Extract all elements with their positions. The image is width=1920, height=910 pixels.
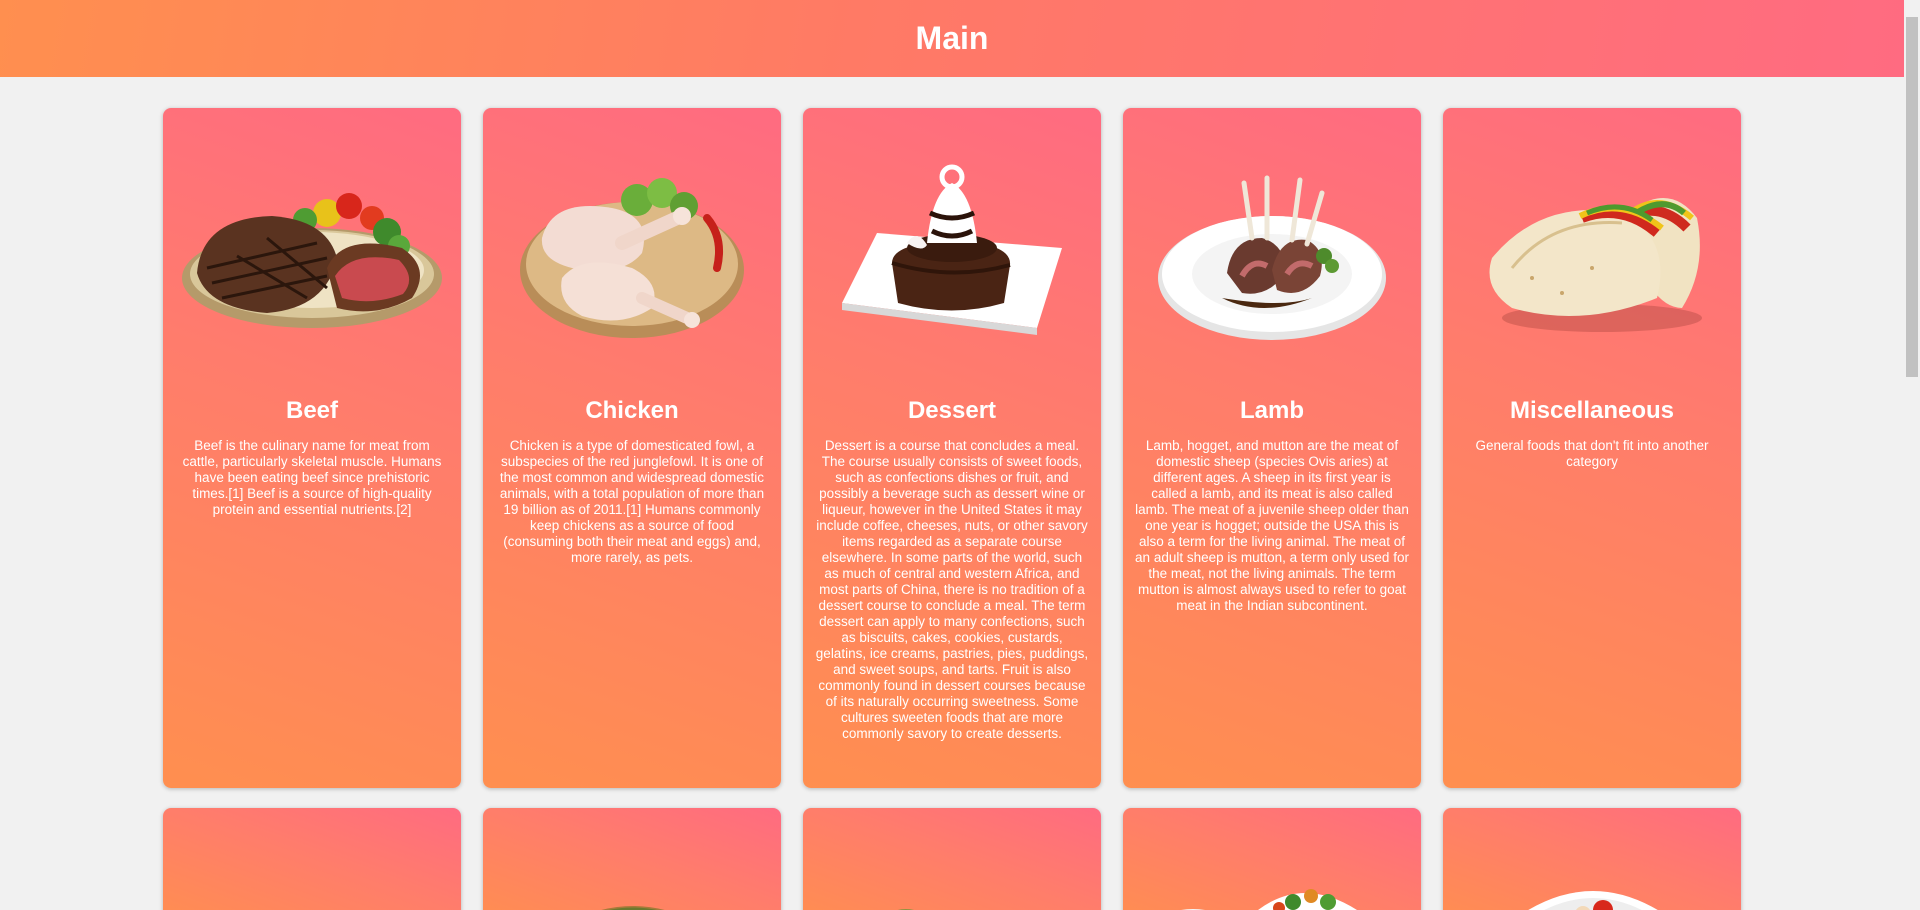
chocolate-cake-icon — [803, 138, 1101, 368]
vegetable-bowls-icon — [1153, 874, 1393, 910]
category-card[interactable] — [803, 808, 1101, 910]
tacos-icon — [1443, 138, 1741, 368]
category-description: Dessert is a course that concludes a mea… — [815, 438, 1089, 741]
lamb-chops-icon — [1123, 138, 1421, 368]
category-card-chicken[interactable]: Chicken Chicken is a type of domesticate… — [483, 108, 781, 788]
category-name: Miscellaneous — [1509, 397, 1675, 424]
category-name: Chicken — [585, 397, 679, 424]
category-name: Dessert — [907, 397, 997, 424]
category-card-miscellaneous[interactable]: Miscellaneous General foods that don't f… — [1443, 108, 1741, 788]
page: Main Beef Beef is the culinary name for … — [0, 0, 1920, 910]
category-description: General foods that don't fit into anothe… — [1475, 438, 1709, 469]
category-name: Lamb — [1239, 397, 1304, 424]
page-title: Main — [915, 20, 989, 56]
chicken-legs-icon — [483, 138, 781, 368]
category-card-dessert[interactable]: Dessert Dessert is a course that conclud… — [803, 108, 1101, 788]
pie-icon — [583, 896, 683, 910]
category-name: Beef — [285, 397, 339, 424]
pasta-dish-icon — [843, 900, 1063, 910]
category-card[interactable] — [1443, 808, 1741, 910]
category-description: Beef is the culinary name for meat from … — [182, 438, 442, 517]
beef-steak-icon — [163, 138, 461, 368]
scrollbar-thumb[interactable] — [1906, 17, 1918, 377]
header-bar: Main — [0, 0, 1904, 77]
vertical-scrollbar[interactable] — [1904, 0, 1920, 910]
category-description: Lamb, hogget, and mutton are the meat of… — [1135, 438, 1409, 613]
category-description: Chicken is a type of domesticated fowl, … — [499, 438, 765, 565]
category-card[interactable] — [483, 808, 781, 910]
category-card[interactable] — [1123, 808, 1421, 910]
salad-plate-icon — [1513, 870, 1673, 910]
category-card-lamb[interactable]: Lamb Lamb, hogget, and mutton are the me… — [1123, 108, 1421, 788]
category-card[interactable] — [163, 808, 461, 910]
category-card-beef[interactable]: Beef Beef is the culinary name for meat … — [163, 108, 461, 788]
